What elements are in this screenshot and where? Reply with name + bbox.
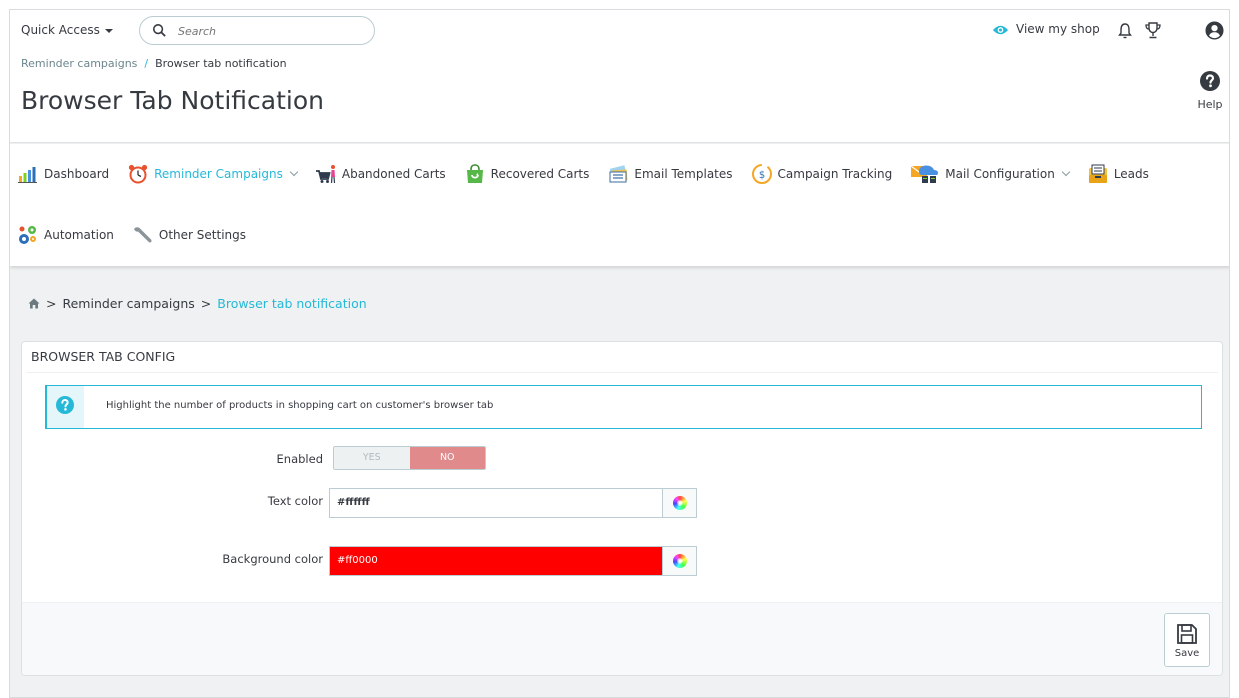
color-wheel-icon bbox=[673, 496, 688, 510]
nav-email-templates[interactable]: Email Templates bbox=[607, 163, 733, 185]
svg-text:$: $ bbox=[758, 170, 764, 181]
nav-abandoned-carts-label: Abandoned Carts bbox=[341, 167, 446, 181]
info-alert: Highlight the number of products in shop… bbox=[45, 385, 1202, 429]
background-color-field: #ff0000 bbox=[329, 546, 697, 576]
eye-icon bbox=[992, 25, 1009, 34]
nav-other-settings[interactable]: Other Settings bbox=[132, 224, 246, 246]
leads-inbox-icon bbox=[1088, 164, 1107, 183]
question-circle-icon bbox=[56, 396, 74, 414]
nav-mail-configuration[interactable]: Mail Configuration bbox=[910, 163, 1071, 185]
floppy-disk-icon bbox=[1177, 624, 1197, 644]
app-frame: Quick Access View my shop Reminder campa… bbox=[9, 9, 1230, 698]
top-bar: Quick Access View my shop bbox=[10, 10, 1229, 54]
browser-tab-config-panel: BROWSER TAB CONFIG Highlight the number … bbox=[21, 341, 1223, 676]
module-nav: Dashboard Reminder Campaigns Abandoned C… bbox=[10, 144, 1229, 266]
nav-campaign-tracking[interactable]: $ Campaign Tracking bbox=[751, 163, 893, 185]
color-wheel-icon bbox=[673, 554, 688, 568]
help-label: Help bbox=[1197, 98, 1223, 111]
breadcrumb-reminder-campaigns[interactable]: Reminder campaigns bbox=[21, 57, 137, 70]
nav-automation[interactable]: Automation bbox=[17, 224, 114, 246]
trophy-icon[interactable] bbox=[1144, 21, 1162, 40]
enabled-no-option[interactable]: NO bbox=[409, 447, 485, 469]
background-color-label: Background color bbox=[222, 552, 323, 566]
nav-dashboard[interactable]: Dashboard bbox=[17, 163, 109, 185]
text-color-label: Text color bbox=[267, 494, 323, 508]
nav-reminder-campaigns-label: Reminder Campaigns bbox=[154, 167, 283, 181]
mail-server-icon bbox=[910, 165, 939, 183]
breadcrumb-separator: > bbox=[46, 296, 57, 311]
chevron-down-icon bbox=[289, 167, 299, 177]
nav-mail-configuration-label: Mail Configuration bbox=[945, 167, 1055, 181]
content-breadcrumb-current[interactable]: Browser tab notification bbox=[217, 296, 366, 311]
help-icon bbox=[1200, 71, 1220, 91]
gears-icon bbox=[19, 226, 36, 244]
alert-text: Highlight the number of products in shop… bbox=[106, 400, 494, 411]
page-header: Reminder campaigns / Browser tab notificat… bbox=[10, 54, 1229, 143]
save-button[interactable]: Save bbox=[1164, 613, 1210, 667]
caret-down-icon bbox=[104, 28, 113, 33]
text-color-picker-button[interactable] bbox=[662, 489, 696, 517]
nav-row-1: Dashboard Reminder Campaigns Abandoned C… bbox=[17, 158, 1167, 190]
page-title: Browser Tab Notification bbox=[21, 86, 324, 115]
quick-access-dropdown[interactable]: Quick Access bbox=[21, 23, 113, 37]
breadcrumb-separator: > bbox=[200, 296, 212, 311]
bell-icon[interactable] bbox=[1118, 22, 1132, 39]
view-shop-link[interactable]: View my shop bbox=[992, 22, 1100, 36]
wrench-icon bbox=[133, 227, 152, 243]
quick-access-label: Quick Access bbox=[21, 23, 100, 37]
text-color-field: #ffffff bbox=[329, 488, 697, 518]
search-box[interactable] bbox=[139, 16, 375, 45]
enabled-switch[interactable]: YES NO bbox=[333, 446, 486, 470]
email-templates-icon bbox=[609, 165, 628, 183]
nav-row-2: Automation Other Settings bbox=[17, 219, 264, 251]
background-color-input[interactable]: #ff0000 bbox=[330, 547, 663, 575]
search-icon bbox=[152, 23, 166, 37]
search-input[interactable] bbox=[178, 22, 358, 40]
panel-divider bbox=[26, 372, 1218, 373]
help-button[interactable]: Help bbox=[1195, 71, 1225, 111]
alarm-clock-icon bbox=[129, 164, 148, 184]
nav-dashboard-label: Dashboard bbox=[44, 167, 110, 181]
campaign-tracking-icon: $ bbox=[751, 164, 772, 184]
shopping-bag-icon bbox=[466, 164, 483, 183]
panel-title: BROWSER TAB CONFIG bbox=[31, 349, 176, 364]
abandoned-cart-icon bbox=[315, 165, 335, 184]
nav-leads-label: Leads bbox=[1113, 167, 1149, 181]
nav-recovered-carts[interactable]: Recovered Carts bbox=[464, 163, 590, 185]
breadcrumb-current: Browser tab notification bbox=[155, 57, 287, 70]
view-shop-label: View my shop bbox=[1016, 22, 1100, 36]
content-breadcrumb: > Reminder campaigns > Browser tab notifica… bbox=[28, 296, 367, 311]
background-color-picker-button[interactable] bbox=[662, 547, 696, 575]
user-account-icon[interactable] bbox=[1205, 21, 1224, 40]
nav-recovered-carts-label: Recovered Carts bbox=[490, 167, 590, 181]
enabled-label: Enabled bbox=[276, 452, 323, 466]
text-color-input[interactable]: #ffffff bbox=[330, 489, 663, 517]
chevron-down-icon bbox=[1061, 167, 1071, 177]
enabled-yes-option[interactable]: YES bbox=[334, 447, 410, 469]
home-icon[interactable] bbox=[28, 298, 40, 309]
nav-abandoned-carts[interactable]: Abandoned Carts bbox=[315, 163, 446, 185]
nav-reminder-campaigns[interactable]: Reminder Campaigns bbox=[127, 163, 299, 185]
nav-other-settings-label: Other Settings bbox=[158, 228, 246, 242]
nav-automation-label: Automation bbox=[44, 228, 114, 242]
breadcrumb: Reminder campaigns / Browser tab notificat… bbox=[21, 57, 287, 70]
breadcrumb-separator: / bbox=[144, 57, 149, 70]
nav-campaign-tracking-label: Campaign Tracking bbox=[777, 167, 893, 181]
save-label: Save bbox=[1174, 648, 1200, 659]
alert-icon-box bbox=[47, 386, 84, 428]
panel-footer: Save bbox=[22, 602, 1222, 675]
dashboard-chart-icon bbox=[18, 167, 37, 183]
nav-leads[interactable]: Leads bbox=[1087, 163, 1149, 185]
nav-email-templates-label: Email Templates bbox=[634, 167, 733, 181]
content-breadcrumb-reminder-campaigns[interactable]: Reminder campaigns bbox=[62, 296, 194, 311]
